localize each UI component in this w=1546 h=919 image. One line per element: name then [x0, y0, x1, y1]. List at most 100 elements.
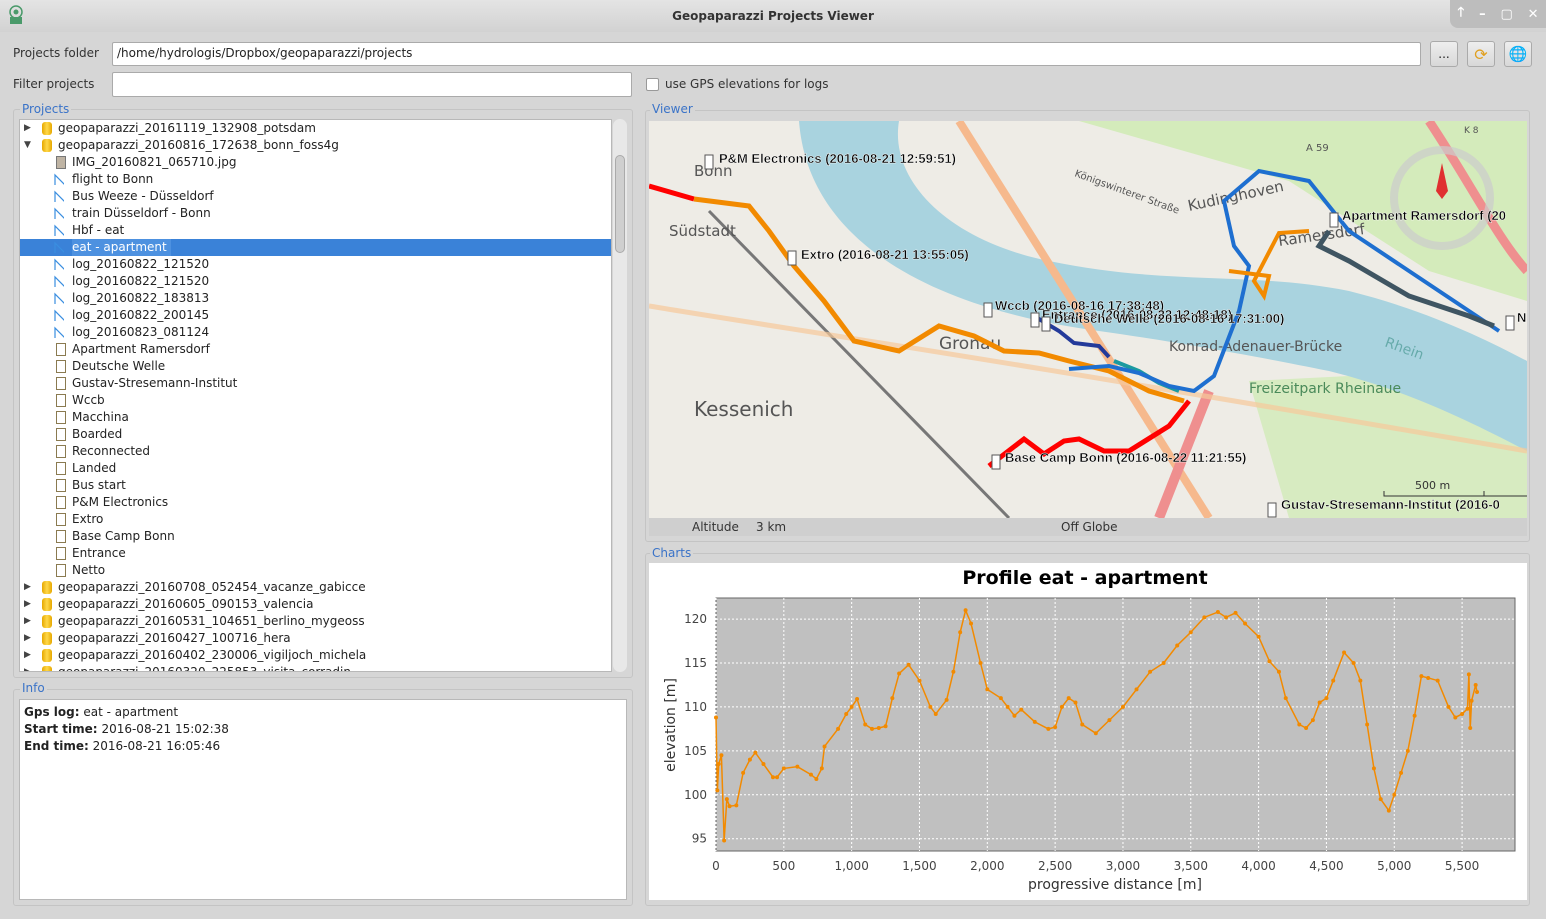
collapsed-arrow-icon[interactable]: ▶: [24, 630, 31, 647]
close-button[interactable]: ✕: [1528, 7, 1539, 22]
data-point: [855, 697, 860, 702]
data-point: [906, 662, 911, 667]
data-point: [1468, 726, 1473, 731]
marker-label: Gustav-Stresemann-Institut (2016-0: [1281, 497, 1500, 512]
data-point: [781, 766, 786, 771]
tree-item-project[interactable]: ▶ geopaparazzi_20160427_100716_hera: [20, 630, 611, 647]
projects-folder-input[interactable]: /home/hydrologis/Dropbox/geopaparazzi/pr…: [112, 42, 1421, 66]
note-marker-icon[interactable]: [1329, 212, 1339, 228]
map-canvas[interactable]: Bonn Südstadt Gronau Kessenich Kudinghov…: [649, 121, 1527, 518]
shade-button[interactable]: 🡑: [1457, 3, 1464, 25]
tree-item-note[interactable]: Extro: [20, 511, 611, 528]
tree-item-label: geopaparazzi_20160816_172638_bonn_foss4g: [58, 138, 339, 152]
tree-item-label: log_20160822_183813: [72, 291, 210, 305]
tree-item-log[interactable]: log_20160823_081124: [20, 324, 611, 341]
note-marker-icon[interactable]: [787, 250, 797, 266]
data-point: [1093, 731, 1098, 736]
projects-scrollbar-thumb[interactable]: [615, 155, 625, 253]
note-marker-icon[interactable]: [1030, 312, 1040, 328]
tree-item-log[interactable]: flight to Bonn: [20, 171, 611, 188]
expanded-arrow-icon[interactable]: ▼: [24, 137, 31, 154]
maximize-button[interactable]: ▢: [1500, 7, 1512, 22]
note-marker-icon[interactable]: [1267, 502, 1277, 518]
tree-item-note[interactable]: Netto: [20, 562, 611, 579]
x-tick-label: 5,000: [1377, 859, 1411, 873]
tree-item-note[interactable]: Macchina: [20, 409, 611, 426]
data-point: [724, 797, 729, 802]
note-marker-icon[interactable]: [1505, 315, 1515, 331]
tree-item-project[interactable]: ▶ geopaparazzi_20160605_090153_valencia: [20, 596, 611, 613]
tree-item-note[interactable]: Reconnected: [20, 443, 611, 460]
gps-log-icon: [54, 173, 64, 185]
tree-item-label: log_20160822_121520: [72, 257, 210, 271]
tree-item-note[interactable]: Apartment Ramersdorf: [20, 341, 611, 358]
tree-item-note[interactable]: Base Camp Bonn: [20, 528, 611, 545]
x-axis-label: progressive distance [m]: [1028, 877, 1202, 893]
tree-item-note[interactable]: Entrance: [20, 545, 611, 562]
tree-item-log[interactable]: Hbf - eat: [20, 222, 611, 239]
tree-item-project[interactable]: ▶ geopaparazzi_20160531_104651_berlino_my…: [20, 613, 611, 630]
data-point: [715, 788, 720, 793]
tree-item-log[interactable]: log_20160822_183813: [20, 290, 611, 307]
projects-tree[interactable]: ▶ geopaparazzi_20161119_132908_potsdam ▼ ge…: [19, 119, 612, 672]
collapsed-arrow-icon[interactable]: ▶: [24, 664, 31, 671]
collapsed-arrow-icon[interactable]: ▶: [24, 120, 31, 137]
place-label: Kessenich: [694, 397, 793, 421]
tree-item-label: Macchina: [72, 410, 129, 424]
map-viewer[interactable]: Bonn Südstadt Gronau Kessenich Kudinghov…: [649, 121, 1527, 518]
tree-item-log[interactable]: eat - apartment: [20, 239, 611, 256]
note-marker-icon[interactable]: [1041, 316, 1051, 332]
tree-item-image[interactable]: IMG_20160821_065710.jpg: [20, 154, 611, 171]
tree-item-note[interactable]: Landed: [20, 460, 611, 477]
collapsed-arrow-icon[interactable]: ▶: [24, 613, 31, 630]
minimize-button[interactable]: –: [1479, 7, 1486, 22]
note-marker-icon[interactable]: [991, 454, 1001, 470]
tree-item-project[interactable]: ▶ geopaparazzi_20160402_230006_vigiljoch_…: [20, 647, 611, 664]
data-point: [1412, 713, 1417, 718]
tree-item-project[interactable]: ▶ geopaparazzi_20160320_225853_visita_cor…: [20, 664, 611, 671]
gps-log-icon: [54, 275, 64, 287]
note-marker-icon[interactable]: [983, 302, 993, 318]
tree-item-log[interactable]: log_20160822_121520: [20, 273, 611, 290]
data-point: [808, 772, 813, 777]
place-label: Freizeitpark Rheinaue: [1249, 381, 1401, 397]
collapsed-arrow-icon[interactable]: ▶: [24, 647, 31, 664]
tree-item-log[interactable]: log_20160822_200145: [20, 307, 611, 324]
filter-projects-input[interactable]: [112, 72, 632, 97]
open-globe-button[interactable]: 🌐: [1504, 41, 1532, 67]
database-icon: [42, 581, 52, 594]
data-point: [1304, 726, 1309, 731]
tree-item-note[interactable]: Gustav-Stresemann-Institut: [20, 375, 611, 392]
tree-item-note[interactable]: Boarded: [20, 426, 611, 443]
marker-label: P&M Electronics (2016-08-21 12:59:51): [719, 151, 956, 166]
tree-item-log[interactable]: Bus Weeze - Düsseldorf: [20, 188, 611, 205]
gps-elevations-checkbox[interactable]: [646, 78, 659, 91]
tree-item-label: Apartment Ramersdorf: [72, 342, 210, 356]
refresh-button[interactable]: ⟳: [1467, 41, 1495, 67]
data-point: [1032, 719, 1037, 724]
x-tick-label: 1,000: [834, 859, 868, 873]
data-point: [1120, 704, 1125, 709]
marker-label: Extro (2016-08-21 13:55:05): [801, 247, 969, 262]
x-tick-label: 3,500: [1174, 859, 1208, 873]
tree-item-log[interactable]: train Düsseldorf - Bonn: [20, 205, 611, 222]
tree-item-log[interactable]: log_20160822_121520: [20, 256, 611, 273]
database-icon: [42, 649, 52, 662]
tree-item-note[interactable]: Bus start: [20, 477, 611, 494]
tree-item-note[interactable]: Wccb: [20, 392, 611, 409]
tree-item-project[interactable]: ▼ geopaparazzi_20160816_172638_bonn_foss4…: [20, 137, 611, 154]
data-point: [883, 724, 888, 729]
collapsed-arrow-icon[interactable]: ▶: [24, 579, 31, 596]
tree-item-project[interactable]: ▶ geopaparazzi_20161119_132908_potsdam: [20, 120, 611, 137]
plot-area: [715, 597, 1516, 852]
note-marker-icon[interactable]: [704, 154, 714, 170]
browse-button[interactable]: ...: [1430, 41, 1458, 67]
tree-item-project[interactable]: ▶ geopaparazzi_20160708_052454_vacanze_ga…: [20, 579, 611, 596]
tree-item-note[interactable]: P&M Electronics: [20, 494, 611, 511]
title-bar: Geopaparazzi Projects Viewer 🡑 – ▢ ✕: [0, 0, 1546, 32]
data-point: [1371, 766, 1376, 771]
tree-item-note[interactable]: Deutsche Welle: [20, 358, 611, 375]
collapsed-arrow-icon[interactable]: ▶: [24, 596, 31, 613]
data-point: [753, 750, 758, 755]
gps-elevations-label: use GPS elevations for logs: [665, 77, 829, 91]
